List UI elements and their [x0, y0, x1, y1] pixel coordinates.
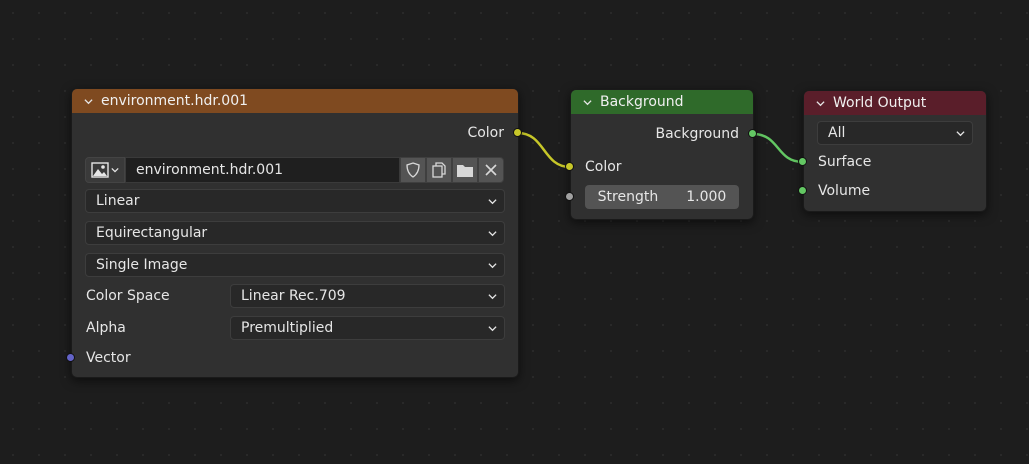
volume-input-label: Volume	[818, 183, 871, 199]
background-node-header[interactable]: Background	[571, 90, 753, 114]
fake-user-button[interactable]	[400, 157, 426, 183]
image-vector-input-socket[interactable]	[66, 353, 75, 362]
target-value: All	[828, 125, 846, 141]
interpolation-dropdown[interactable]: Linear	[85, 189, 505, 213]
vector-input-label: Vector	[86, 350, 131, 366]
background-color-input-label: Color	[585, 159, 622, 175]
background-output-label: Background	[655, 126, 739, 142]
projection-value: Equirectangular	[96, 225, 208, 241]
alpha-label: Alpha	[86, 320, 126, 336]
image-node-title: environment.hdr.001	[101, 93, 249, 109]
close-icon	[485, 164, 497, 176]
strength-value: 1.000	[686, 189, 727, 205]
link-background-to-surface[interactable]	[752, 132, 804, 164]
chevron-down-icon[interactable]	[84, 97, 93, 106]
volume-input-socket[interactable]	[798, 186, 807, 195]
strength-label: Strength	[597, 189, 659, 205]
alpha-value: Premultiplied	[241, 320, 334, 336]
chevron-down-icon	[488, 326, 497, 332]
chevron-down-icon	[111, 167, 119, 173]
new-image-button[interactable]	[426, 157, 452, 183]
image-selector: environment.hdr.001	[85, 157, 504, 183]
chevron-down-icon	[488, 263, 497, 269]
chevron-down-icon	[488, 231, 497, 237]
background-output-socket[interactable]	[748, 129, 757, 138]
image-icon	[91, 162, 109, 178]
image-name-field[interactable]: environment.hdr.001	[125, 157, 400, 183]
image-node-header[interactable]: environment.hdr.001	[72, 89, 518, 113]
unlink-image-button[interactable]	[478, 157, 504, 183]
chevron-down-icon	[488, 294, 497, 300]
chevron-down-icon	[956, 131, 965, 137]
color-space-label: Color Space	[86, 288, 170, 304]
world-output-node[interactable]: World Output All Surface Volume	[803, 90, 987, 212]
surface-input-label: Surface	[818, 154, 872, 170]
folder-icon	[457, 164, 473, 177]
link-image-color-to-background-color[interactable]	[517, 131, 571, 169]
shield-icon	[406, 162, 420, 178]
chevron-down-icon[interactable]	[583, 98, 592, 107]
image-browse-button[interactable]	[85, 157, 125, 183]
chevron-down-icon	[488, 199, 497, 205]
source-dropdown[interactable]: Single Image	[85, 253, 505, 277]
world-output-node-header[interactable]: World Output	[804, 91, 986, 115]
image-texture-node[interactable]: environment.hdr.001 Color environment.hd…	[71, 88, 519, 378]
background-node[interactable]: Background Background Color Strength 1.0…	[570, 89, 754, 220]
open-image-button[interactable]	[452, 157, 478, 183]
strength-slider[interactable]: Strength 1.000	[585, 185, 739, 209]
duplicate-icon	[432, 162, 446, 178]
strength-input-socket[interactable]	[565, 192, 574, 201]
color-space-value: Linear Rec.709	[241, 288, 346, 304]
world-output-node-title: World Output	[833, 95, 927, 111]
chevron-down-icon[interactable]	[816, 99, 825, 108]
source-value: Single Image	[96, 257, 188, 273]
color-space-dropdown[interactable]: Linear Rec.709	[230, 284, 505, 308]
interpolation-value: Linear	[96, 193, 140, 209]
surface-input-socket[interactable]	[798, 157, 807, 166]
alpha-dropdown[interactable]: Premultiplied	[230, 316, 505, 340]
background-node-title: Background	[600, 94, 684, 110]
target-dropdown[interactable]: All	[817, 121, 973, 145]
output-color-label: Color	[467, 125, 504, 141]
image-color-output-socket[interactable]	[513, 128, 522, 137]
background-color-input-socket[interactable]	[565, 162, 574, 171]
projection-dropdown[interactable]: Equirectangular	[85, 221, 505, 245]
